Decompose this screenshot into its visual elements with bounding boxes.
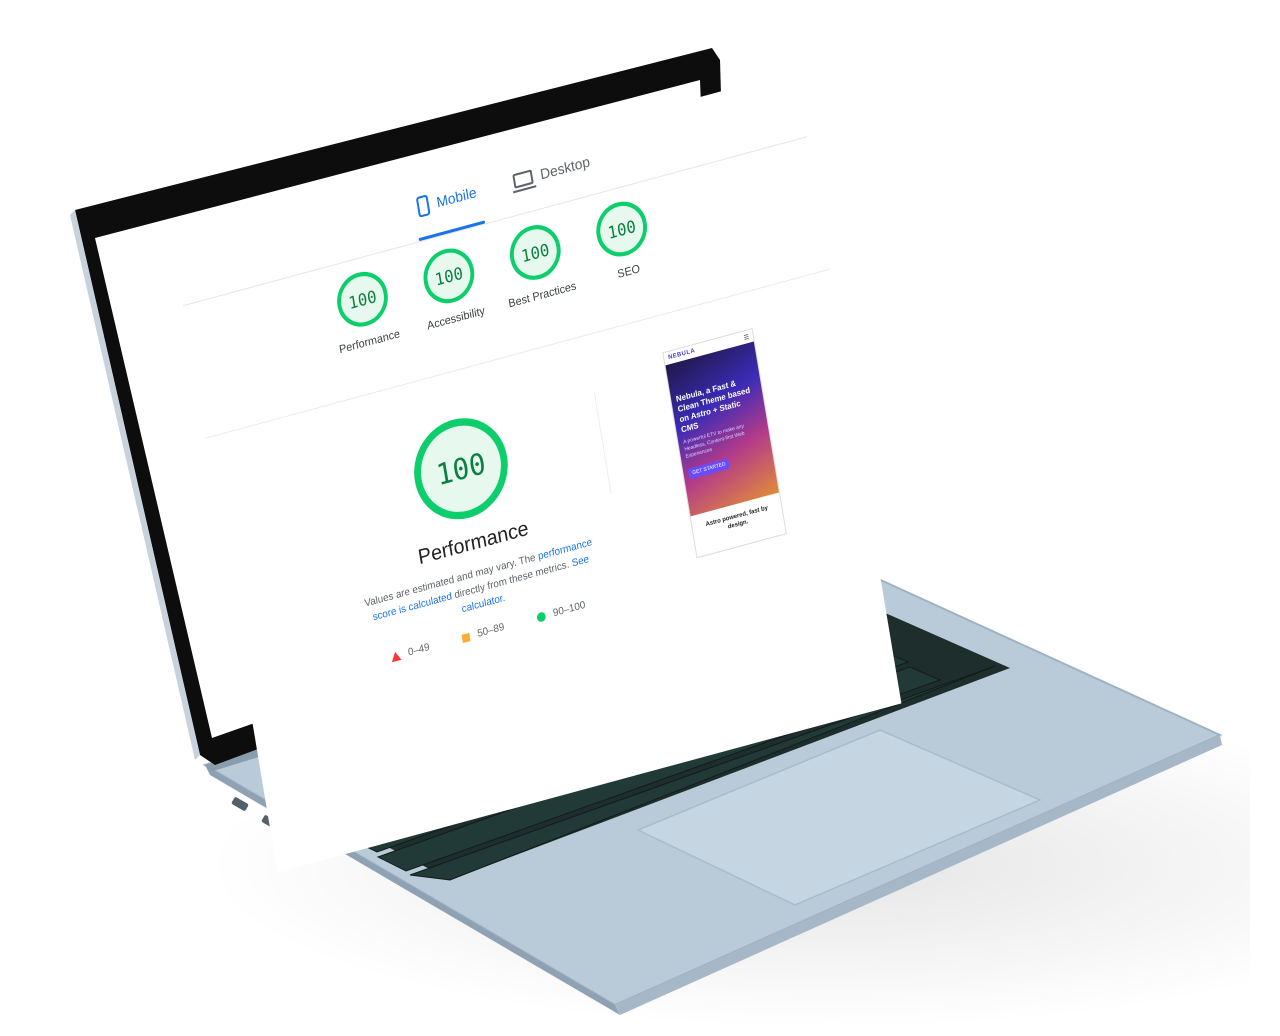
score-ring: 100 — [333, 266, 392, 333]
legend-pass: 90–100 — [536, 600, 586, 624]
tab-mobile[interactable]: Mobile — [414, 173, 479, 226]
menu-icon: ☰ — [743, 333, 750, 342]
thumb-button: GET STARTED — [687, 458, 731, 480]
tab-desktop[interactable]: Desktop — [510, 143, 592, 200]
tab-label: Desktop — [538, 152, 591, 183]
gauge-label: SEO — [616, 262, 641, 282]
score-ring: 100 — [505, 219, 565, 286]
mobile-icon — [415, 194, 431, 218]
performance-summary: 100 Performance Values are estimated and… — [328, 386, 614, 671]
performance-score-ring: 100 — [406, 407, 516, 531]
triangle-icon — [390, 650, 402, 663]
thumb-hero: Nebula, a Fast & Clean Theme based on As… — [665, 341, 779, 517]
score-ring: 100 — [592, 195, 652, 263]
divider — [593, 392, 612, 495]
legend-average: 50–89 — [461, 621, 505, 644]
score-ring: 100 — [419, 242, 479, 310]
tab-label: Mobile — [435, 183, 478, 211]
legend-range: 90–100 — [552, 599, 587, 620]
desktop-icon — [512, 169, 534, 189]
page-screenshot-thumbnail: NEBULA ☰ Nebula, a Fast & Clean Theme ba… — [662, 327, 787, 559]
legend-range: 0–49 — [407, 641, 431, 659]
circle-icon — [536, 611, 547, 623]
square-icon — [461, 632, 471, 643]
gauge-seo[interactable]: 100 SEO — [564, 188, 682, 292]
legend-range: 50–89 — [476, 621, 506, 640]
legend-fail: 0–49 — [390, 641, 431, 664]
screen-region: Mobile Desktop 100 Performance 100 Acces… — [60, 40, 902, 873]
